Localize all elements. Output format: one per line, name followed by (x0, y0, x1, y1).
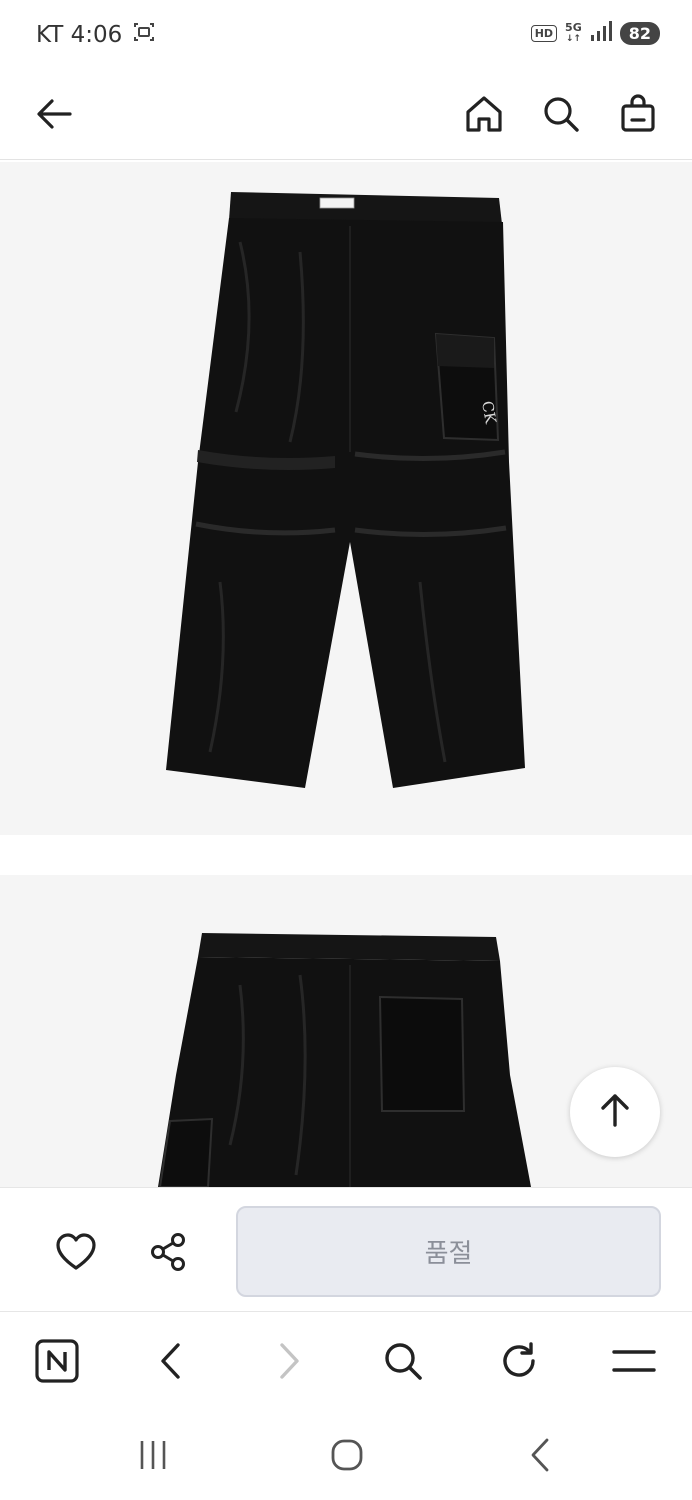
pants-front-illustration: CK (166, 192, 525, 788)
screenshot-icon (132, 20, 156, 50)
browser-search-icon[interactable] (378, 1336, 428, 1386)
recent-apps-icon[interactable] (128, 1430, 178, 1480)
scroll-to-top-button[interactable] (570, 1067, 660, 1157)
network-5g-label: 5G ↓↑ (565, 20, 582, 44)
purchase-bar: 품절 (0, 1187, 692, 1312)
hd-badge: HD (530, 24, 558, 42)
browser-toolbar (0, 1313, 692, 1408)
home-icon[interactable] (460, 90, 508, 138)
back-chevron-icon[interactable] (147, 1336, 197, 1386)
carrier-time: KT 4:06 (36, 22, 123, 48)
signal-icon (590, 20, 612, 46)
heart-icon[interactable] (52, 1228, 100, 1276)
back-icon[interactable] (516, 1430, 566, 1480)
refresh-icon[interactable] (494, 1336, 544, 1386)
product-image-front[interactable]: CK (0, 162, 692, 835)
arrow-up-icon (595, 1090, 635, 1134)
battery-indicator: 82 (619, 21, 660, 45)
system-navigation-bar (0, 1408, 692, 1500)
status-left: KT 4:06 (36, 20, 156, 50)
menu-icon[interactable] (609, 1336, 659, 1386)
product-page: KT 4:06 HD 5G ↓↑ 82 CK 품절 (0, 0, 692, 1500)
search-icon[interactable] (537, 90, 585, 138)
status-right: HD 5G ↓↑ 82 (530, 20, 660, 46)
share-icon[interactable] (144, 1228, 192, 1276)
soldout-button[interactable]: 품절 (236, 1206, 661, 1297)
forward-chevron-icon[interactable] (263, 1336, 313, 1386)
status-bar: KT 4:06 HD 5G ↓↑ 82 (0, 0, 692, 70)
shopping-bag-icon[interactable] (614, 90, 662, 138)
naver-n-icon[interactable] (32, 1336, 82, 1386)
home-circle-icon[interactable] (322, 1430, 372, 1480)
size-tag (319, 197, 355, 209)
app-header (0, 70, 692, 160)
back-arrow-icon[interactable] (30, 90, 78, 138)
